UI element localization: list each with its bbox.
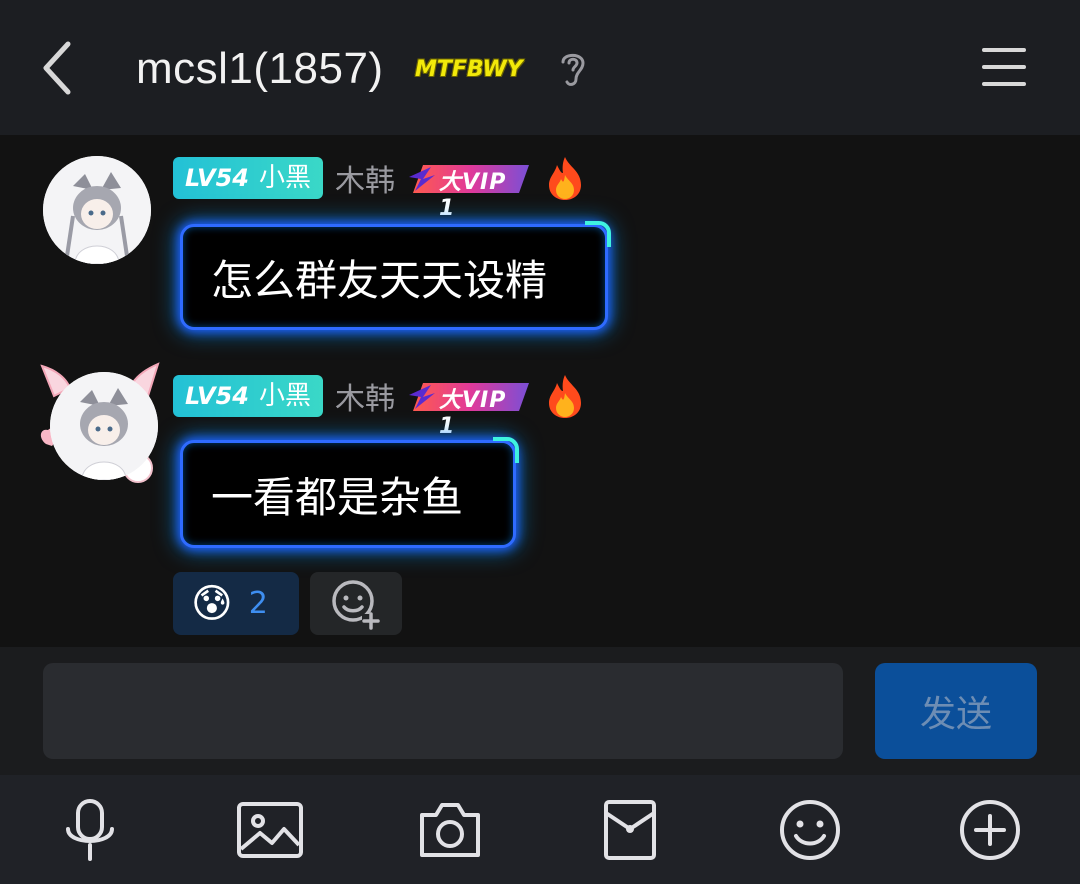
hamburger-menu-icon [982,48,1026,86]
vip-badge: 大VIP 1 [408,161,529,221]
more-button[interactable] [954,797,1026,863]
bottom-toolbar [0,775,1080,884]
add-reaction-button[interactable] [310,572,402,635]
plus-icon [960,800,1020,860]
voice-button[interactable] [54,797,126,863]
sender-name[interactable]: 木韩 [335,374,395,418]
camera-button[interactable] [414,797,486,863]
message-meta: LV54 小黑 木韩 大VIP 1 [173,156,585,221]
group-badge: MTFBWY [415,57,523,82]
message-meta: LV54 小黑 木韩 大VIP 1 [173,374,585,439]
avatar[interactable] [50,372,158,480]
back-button[interactable] [36,38,84,98]
image-button[interactable] [234,797,306,863]
send-button[interactable]: 发送 [875,663,1037,759]
reaction-count: 2 [248,586,268,621]
fire-icon [548,375,581,418]
camera-icon [420,803,480,857]
chat-title[interactable]: mcsl1(1857) [136,38,384,100]
red-packet-button[interactable] [594,797,666,863]
smiley-icon [780,800,840,860]
ear-icon[interactable] [556,48,590,90]
anxious-sweat-emoji: 😰 [191,580,233,627]
emoji-button[interactable] [774,797,846,863]
fire-icon [548,157,581,200]
message-bubble[interactable]: 怎么群友天天设精 [180,221,611,330]
avatar[interactable] [43,156,151,264]
level-badge: LV54 小黑 [173,157,323,199]
red-packet-icon [604,800,656,860]
microphone-icon [66,799,114,861]
menu-button[interactable] [980,46,1028,88]
message-input[interactable] [43,663,843,759]
sender-name[interactable]: 木韩 [335,156,395,200]
chat-header: mcsl1(1857) MTFBWY [0,0,1080,135]
reaction-chip[interactable]: 😰 2 [173,572,299,635]
vip-badge: 大VIP 1 [408,379,529,439]
level-badge: LV54 小黑 [173,375,323,417]
composer: 发送 [0,647,1080,775]
chevron-left-icon [43,41,71,95]
add-emoji-icon [332,579,380,630]
image-icon [237,802,303,858]
message-bubble[interactable]: 一看都是杂鱼 [180,437,519,548]
